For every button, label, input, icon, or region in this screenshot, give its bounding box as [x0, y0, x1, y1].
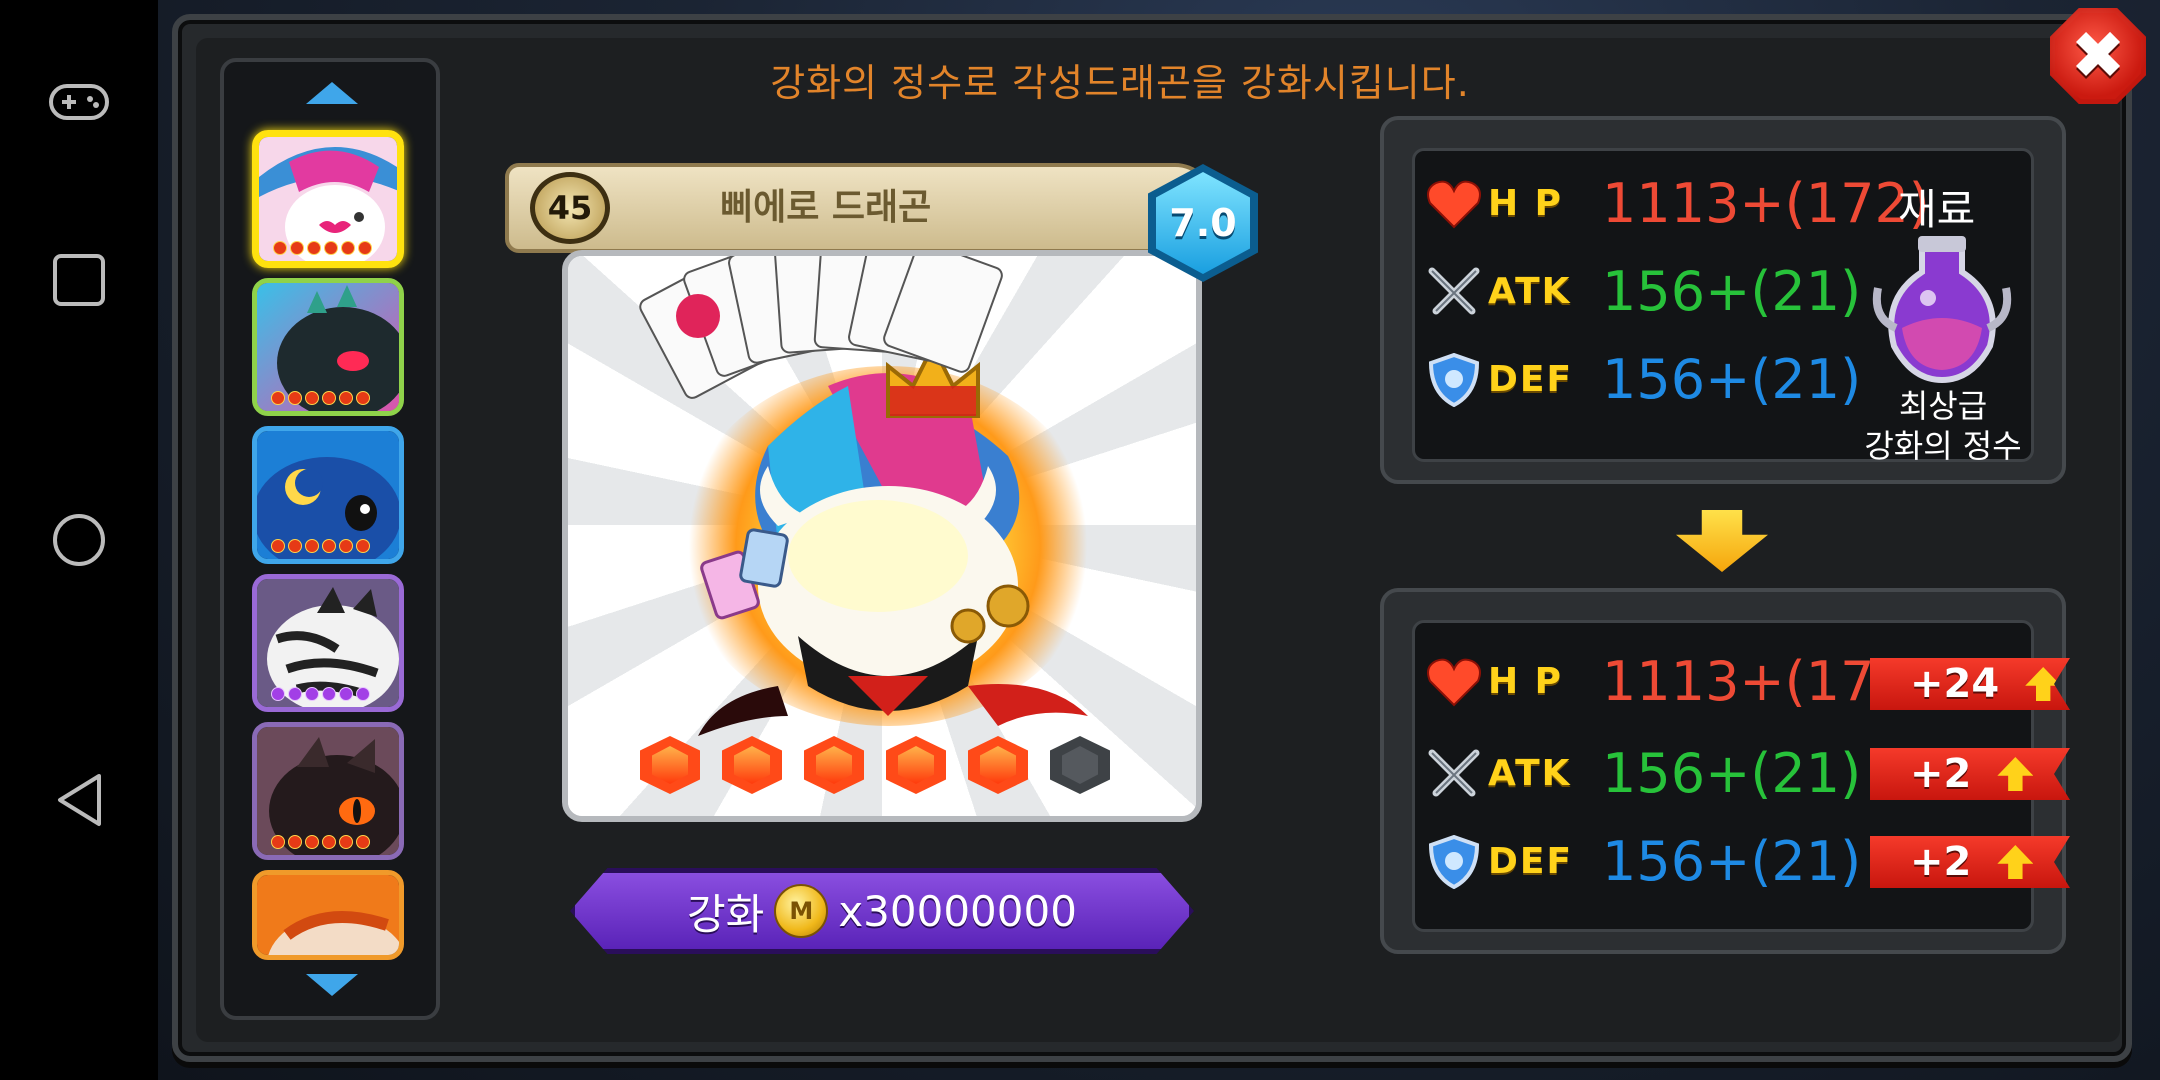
stat-label-atk: ATK [1488, 753, 1572, 794]
material-name-line1: 최상급 [1898, 387, 1988, 425]
stat-label-hp: H P [1488, 183, 1564, 224]
heart-icon [1424, 655, 1484, 709]
enhance-button[interactable]: 강화 M x30000000 [570, 868, 1194, 954]
atk-gain-value: +2 [1910, 751, 1972, 797]
stat-label-atk: ATK [1488, 271, 1572, 312]
orange-dragon-icon [257, 875, 399, 955]
stat-label-def: DEF [1488, 841, 1574, 882]
enhance-cost: x30000000 [838, 886, 1077, 936]
stat-row-def: DEF 156+(21) [1424, 348, 1861, 411]
material-name: 최상급 강화의 정수 [1848, 386, 2038, 466]
heart-icon [1424, 177, 1484, 231]
enhance-gem-filled [968, 736, 1028, 794]
stat-value-atk: 156+(21) [1602, 260, 1862, 323]
enhance-gem-filled [640, 736, 700, 794]
def-gain-value: +2 [1910, 839, 1972, 885]
dragon-slot-zebra[interactable] [252, 574, 404, 712]
shield-icon [1424, 352, 1484, 407]
enhance-gem-row [640, 736, 1110, 794]
next-stat-value-def: 156+(21) [1602, 830, 1862, 893]
grade-value: 7.0 [1156, 172, 1250, 274]
dragon-slot-dark-green[interactable] [252, 278, 404, 416]
next-stat-row-atk: ATK 156+(21) [1424, 742, 1861, 805]
slot-stars [273, 241, 372, 255]
shield-icon [1424, 834, 1484, 889]
stat-value-def: 156+(21) [1602, 348, 1862, 411]
enhance-gem-filled [722, 736, 782, 794]
enhance-gem-filled [804, 736, 864, 794]
up-arrow-icon [1997, 757, 2034, 791]
essence-potion-icon [1872, 236, 2012, 384]
slot-stars [271, 687, 370, 701]
up-arrow-icon [1997, 845, 2034, 879]
dragon-name: 삐에로 드래곤 [720, 187, 932, 228]
stat-value-hp: 1113+(172) [1602, 172, 1930, 235]
stat-row-atk: ATK 156+(21) [1424, 260, 1861, 323]
crossed-swords-icon [1424, 747, 1484, 801]
scroll-down-arrow-icon[interactable] [306, 974, 358, 996]
dragon-slot-orange[interactable] [252, 870, 404, 960]
hp-gain-value: +24 [1910, 661, 2000, 707]
slot-stars [271, 835, 370, 849]
android-nav-bar [0, 0, 158, 1080]
jester-dragon-portrait-icon [639, 256, 1088, 736]
back-icon[interactable] [39, 760, 119, 840]
stat-label-def: DEF [1488, 359, 1574, 400]
def-gain-ribbon: +2 [1870, 836, 2070, 888]
stat-row-hp: H P 1113+(172) [1424, 172, 1930, 235]
hp-gain-ribbon: +24 [1870, 658, 2070, 710]
dragon-slot-jester[interactable] [252, 130, 404, 268]
slot-stars [271, 391, 370, 405]
header-instruction: 강화의 정수로 각성드래곤을 강화시킵니다. [770, 61, 1470, 105]
crossed-swords-icon [1424, 265, 1484, 319]
coin-icon: M [774, 884, 829, 938]
next-stat-value-atk: 156+(21) [1602, 742, 1862, 805]
atk-gain-ribbon: +2 [1870, 748, 2070, 800]
material-name-line2: 강화의 정수 [1864, 427, 2022, 465]
enhance-gem-filled [886, 736, 946, 794]
enhance-button-label: 강화 [687, 889, 765, 939]
close-icon: ✖ [2070, 17, 2126, 94]
recent-apps-icon[interactable] [39, 240, 119, 320]
next-stat-row-def: DEF 156+(21) [1424, 830, 1861, 893]
dragon-level-badge: 45 [530, 172, 610, 244]
dragon-slot-blue-moon[interactable] [252, 426, 404, 564]
home-icon[interactable] [39, 500, 119, 580]
slot-stars [271, 539, 370, 553]
enhance-gem-empty [1050, 736, 1110, 794]
stat-label-hp: H P [1488, 661, 1564, 702]
dragon-slot-black-fire[interactable] [252, 722, 404, 860]
gamepad-icon[interactable] [39, 62, 119, 142]
dragon-list[interactable] [220, 58, 440, 1020]
next-stat-row-hp: H P 1113+(172) [1424, 650, 1930, 713]
scroll-up-arrow-icon[interactable] [306, 82, 358, 104]
